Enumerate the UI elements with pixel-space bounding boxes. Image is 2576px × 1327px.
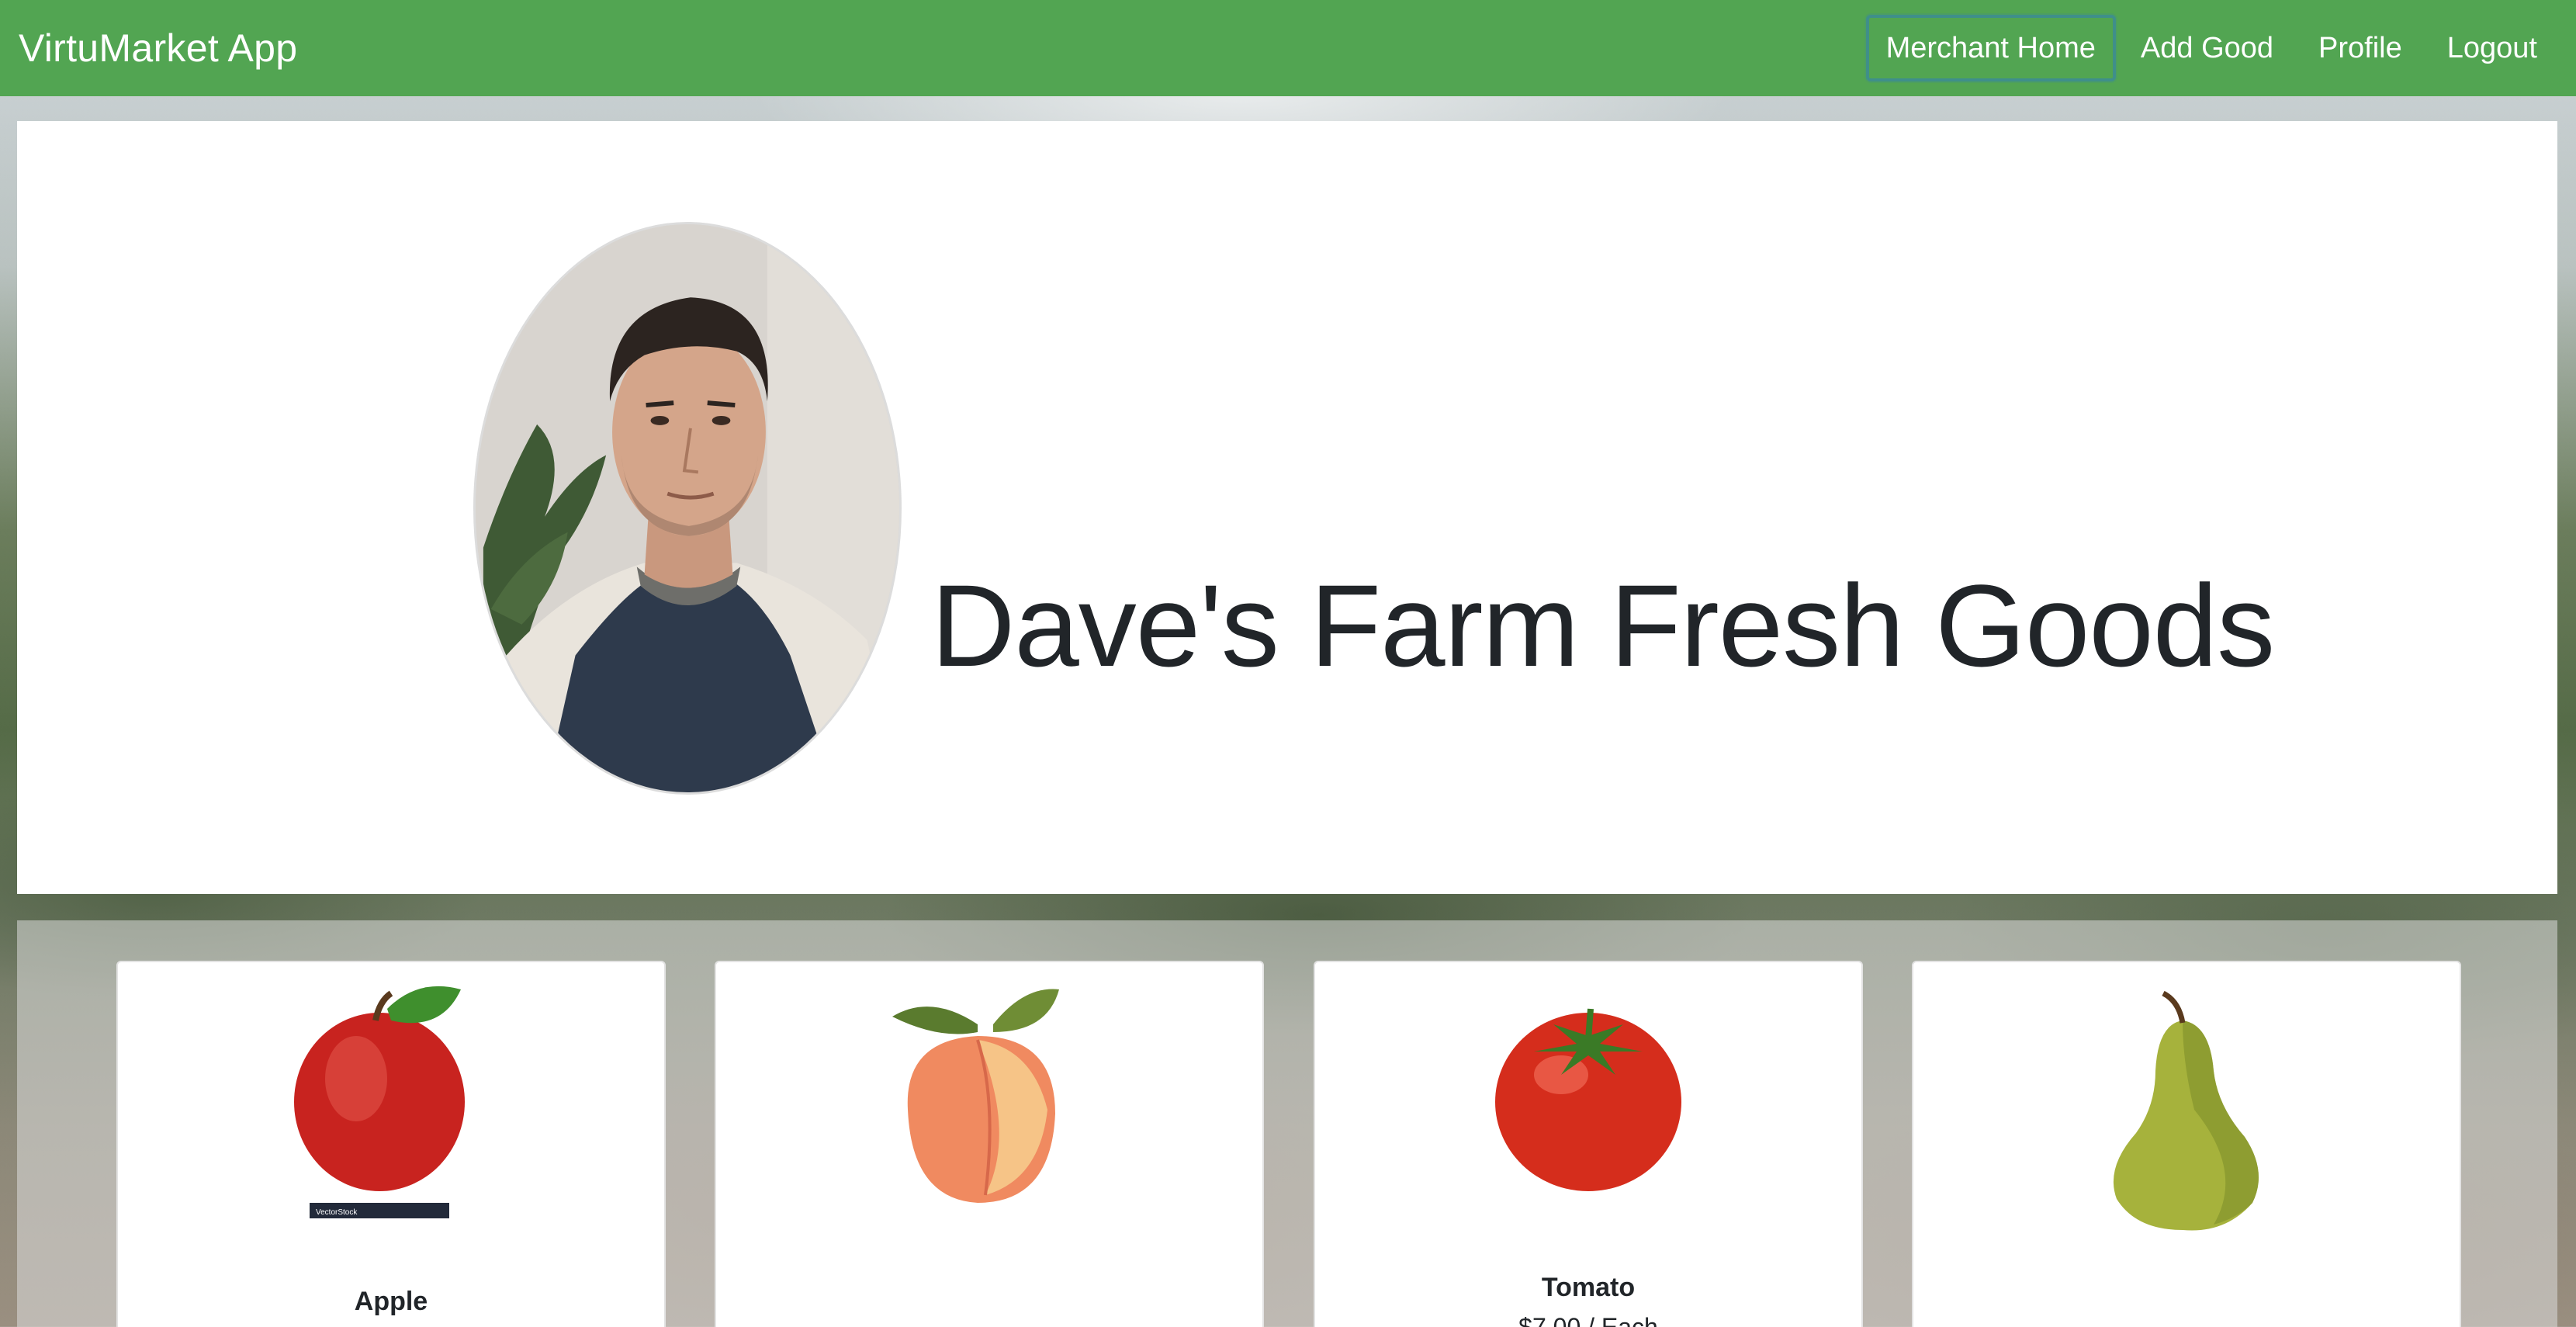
nav-merchant-home[interactable]: Merchant Home <box>1865 15 2116 81</box>
good-card-peach[interactable] <box>715 961 1264 1327</box>
merchant-avatar <box>473 222 902 795</box>
good-price: $7.00 / Each <box>1518 1313 1658 1327</box>
tomato-icon <box>1495 1008 1681 1191</box>
nav-links: Merchant Home Add Good Profile Logout <box>1861 15 2557 81</box>
shop-name-heading: Dave's Farm Fresh Goods <box>931 560 2275 691</box>
nav-profile[interactable]: Profile <box>2298 15 2422 81</box>
merchant-hero: Dave's Farm Fresh Goods <box>17 121 2557 894</box>
svg-text:VectorStock: VectorStock <box>316 1208 358 1217</box>
pear-icon <box>2113 990 2259 1231</box>
good-name: Apple <box>354 1287 428 1316</box>
good-name: Tomato <box>1541 1273 1636 1302</box>
goods-grid: VectorStock Apple Tomato $7.00 / Each <box>17 920 2557 1327</box>
top-navbar: VirtuMarket App Merchant Home Add Good P… <box>0 0 2576 96</box>
good-card-apple[interactable]: VectorStock Apple <box>116 961 666 1327</box>
nav-logout[interactable]: Logout <box>2427 15 2557 81</box>
good-image <box>716 978 1262 1234</box>
brand-title[interactable]: VirtuMarket App <box>19 26 297 71</box>
nav-add-good[interactable]: Add Good <box>2121 15 2294 81</box>
good-image: VectorStock <box>118 978 664 1234</box>
good-card-pear[interactable] <box>1912 961 2461 1327</box>
good-card-tomato[interactable]: Tomato $7.00 / Each <box>1314 961 1863 1327</box>
peach-icon <box>892 989 1059 1203</box>
good-image <box>1913 978 2460 1234</box>
apple-icon: VectorStock <box>294 986 465 1218</box>
person-photo-icon <box>476 224 899 792</box>
good-image <box>1315 978 1861 1234</box>
